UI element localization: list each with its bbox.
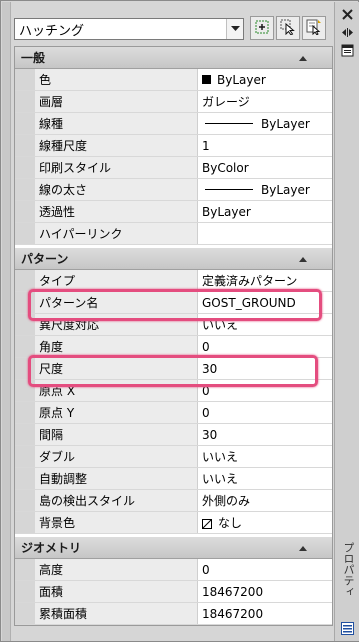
property-label: 透過性 [35,201,198,222]
collapse-up-icon[interactable] [298,543,308,553]
chevron-down-icon[interactable] [226,19,243,39]
property-row-elevation[interactable]: 高度 0 [15,559,332,581]
color-swatch [202,75,211,84]
property-value[interactable]: 0 [199,336,332,357]
pickadd-toggle-button[interactable] [302,16,326,40]
property-row-hyperlink[interactable]: ハイパーリンク [15,223,332,245]
property-label: 原点 Y [35,402,198,423]
property-value[interactable]: ByLayer [199,113,332,134]
close-icon[interactable] [341,8,354,21]
property-label: 自動調整 [35,468,198,489]
property-value[interactable]: 定義済みパターン [199,270,332,291]
property-label: 累積面積 [35,603,198,624]
property-value[interactable]: 0 [199,559,332,580]
section-title: パターン [21,252,69,266]
property-label: 間隔 [35,424,198,445]
properties-app-icon [341,622,354,635]
property-row-area[interactable]: 面積 18467200 [15,581,332,603]
property-label: ダブル [35,446,198,467]
quick-select-icon [254,19,270,38]
property-label: 線種 [35,113,198,134]
property-value[interactable]: 18467200 [199,581,332,602]
property-row-cumulative-area[interactable]: 累積面積 18467200 [15,603,332,625]
select-objects-icon [280,19,296,38]
palette-left-edge [2,2,11,641]
property-row-linetype-scale[interactable]: 線種尺度 1 [15,135,332,157]
object-type-value: ハッチング [19,23,85,39]
property-value[interactable]: 外側のみ [199,490,332,511]
property-value[interactable]: いいえ [199,446,332,467]
property-label: 色 [35,69,198,90]
lineweight-preview [205,189,253,190]
highlight-pattern-name [28,289,322,321]
section-title: ジオメトリ [21,541,82,555]
property-row-origin-y[interactable]: 原点 Y 0 [15,402,332,424]
property-label: 印刷スタイル [35,157,198,178]
section-general-header[interactable]: 一般 [15,47,332,69]
highlight-scale [28,355,318,387]
palette-title-bar: プロパティ [334,2,359,641]
section-geometry-header[interactable]: ジオメトリ [15,537,332,559]
select-objects-button[interactable] [276,16,300,40]
property-value[interactable]: ガレージ [199,91,332,112]
collapse-up-icon[interactable] [298,254,308,264]
property-value[interactable]: ByLayer [199,69,332,90]
palette-menu-icon[interactable] [341,44,354,57]
properties-palette: プロパティ ハッチング 一般 色 ByLayer 画層 ガレージ 線種 ByLa… [0,0,359,642]
property-value[interactable]: 18467200 [199,603,332,624]
section-pattern-header[interactable]: パターン [15,248,332,270]
property-label: 角度 [35,336,198,357]
linetype-preview [205,123,253,124]
property-row-spacing[interactable]: 間隔 30 [15,424,332,446]
property-row-plot-style[interactable]: 印刷スタイル ByColor [15,157,332,179]
property-label: 画層 [35,91,198,112]
property-row-double[interactable]: ダブル いいえ [15,446,332,468]
property-label: 島の検出スタイル [35,490,198,511]
property-row-background-color[interactable]: 背景色 なし [15,512,332,534]
property-label: ハイパーリンク [35,223,198,244]
property-value[interactable]: 0 [199,402,332,423]
property-label: 背景色 [35,512,198,533]
property-value[interactable]: ByLayer [199,201,332,222]
property-label: 線種尺度 [35,135,198,156]
property-label: タイプ [35,270,198,291]
property-row-island-detection[interactable]: 島の検出スタイル 外側のみ [15,490,332,512]
property-label: 高度 [35,559,198,580]
property-row-layer[interactable]: 画層 ガレージ [15,91,332,113]
property-label: 面積 [35,581,198,602]
property-value[interactable]: 1 [199,135,332,156]
property-row-color[interactable]: 色 ByLayer [15,69,332,91]
property-value[interactable]: 30 [199,424,332,445]
property-row-linetype[interactable]: 線種 ByLayer [15,113,332,135]
property-label: 線の太さ [35,179,198,200]
auto-hide-icon[interactable] [341,26,354,39]
quick-select-button[interactable] [250,16,274,40]
none-color-icon [202,518,212,529]
property-row-associative[interactable]: 自動調整 いいえ [15,468,332,490]
pickadd-toggle-icon [306,19,322,38]
property-row-lineweight[interactable]: 線の太さ ByLayer [15,179,332,201]
section-title: 一般 [21,51,46,65]
property-value[interactable]: なし [199,512,332,533]
property-grid: 一般 色 ByLayer 画層 ガレージ 線種 ByLayer 線種尺度 1 印… [14,46,333,626]
property-value[interactable]: ByLayer [199,179,332,200]
object-type-select[interactable]: ハッチング [14,18,244,40]
property-value[interactable] [199,223,332,244]
palette-title: プロパティ [342,542,355,597]
property-value[interactable]: ByColor [199,157,332,178]
property-row-transparency[interactable]: 透過性 ByLayer [15,201,332,223]
collapse-up-icon[interactable] [298,53,308,63]
property-value[interactable]: いいえ [199,468,332,489]
